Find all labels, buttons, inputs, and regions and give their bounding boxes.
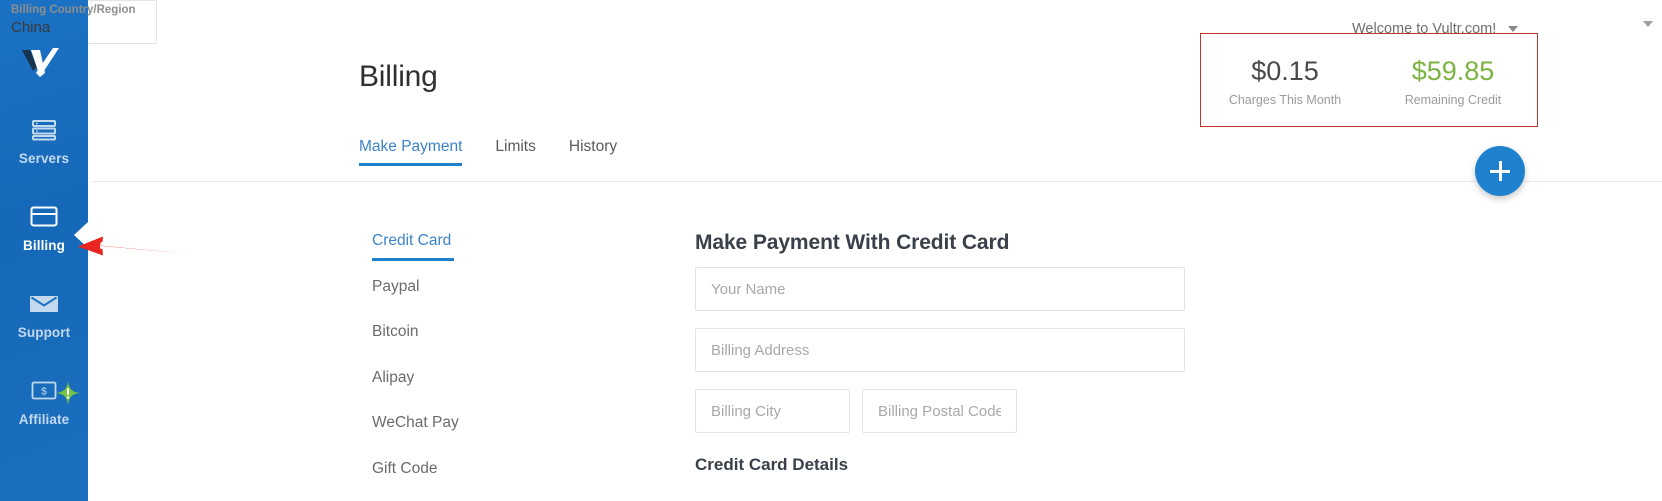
sidebar-item-label: Support [17,325,71,340]
balance-summary-card: $0.15 Charges This Month $59.85 Remainin… [1200,33,1538,127]
envelope-icon [0,289,88,319]
charges-amount: $0.15 [1251,56,1319,87]
method-paypal[interactable]: Paypal [372,274,572,320]
charges-caption: Charges This Month [1228,92,1342,107]
sidebar-item-support[interactable]: Support [0,289,88,340]
billing-country-label: Billing Country/Region [11,4,136,16]
affiliate-alert-badge [56,381,80,405]
method-gift-code[interactable]: Gift Code [372,456,572,501]
chevron-down-icon [1508,26,1519,32]
tab-history[interactable]: History [569,138,617,166]
credit-caption: Remaining Credit [1404,92,1502,107]
tabs-divider [92,181,1662,182]
method-wechat-pay[interactable]: WeChat Pay [372,410,572,456]
billing-tabs: Make Payment Limits History [359,138,617,166]
payment-method-list: Credit Card Paypal Bitcoin Alipay WeChat… [372,228,572,501]
sidebar-active-indicator [74,222,88,248]
sidebar-item-servers[interactable]: Servers [0,115,88,166]
form-heading: Make Payment With Credit Card [695,231,1010,254]
billing-address-input[interactable] [695,328,1185,372]
method-bitcoin[interactable]: Bitcoin [372,319,572,365]
billing-city-input[interactable] [695,389,850,433]
credit-card-details-heading: Credit Card Details [695,455,849,474]
charges-this-month: $0.15 Charges This Month [1201,53,1369,107]
servers-icon [0,115,88,145]
page-title: Billing [359,60,438,93]
billing-country-value: China [11,19,51,36]
main-sidebar: Servers Billing Support $ Affiliate [0,0,88,501]
billing-page: Servers Billing Support $ Affiliate Welc… [0,0,1662,501]
your-name-input[interactable] [695,267,1185,311]
remaining-credit: $59.85 Remaining Credit [1369,53,1537,107]
red-arrow-annotation [72,228,192,262]
method-credit-card[interactable]: Credit Card [372,228,572,274]
sidebar-item-label: Affiliate [18,412,70,427]
svg-text:$: $ [41,387,47,398]
method-alipay[interactable]: Alipay [372,365,572,411]
tab-limits[interactable]: Limits [495,138,535,166]
add-button[interactable] [1475,146,1525,196]
tab-make-payment[interactable]: Make Payment [359,138,463,166]
sidebar-item-label: Servers [18,151,70,166]
credit-amount: $59.85 [1411,56,1495,87]
chevron-down-icon [1643,21,1653,27]
billing-postal-code-input[interactable] [862,389,1017,433]
